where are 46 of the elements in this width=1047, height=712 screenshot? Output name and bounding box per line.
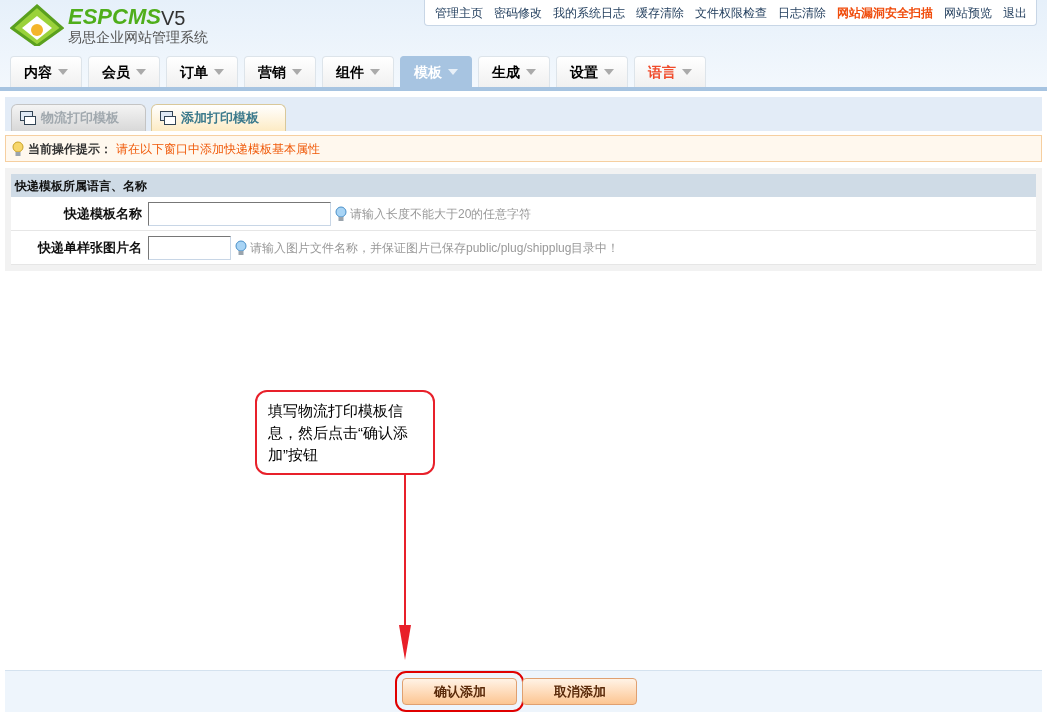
sub-tab[interactable]: 添加打印模板 — [151, 104, 286, 131]
logo-version: V5 — [160, 8, 186, 28]
caret-icon — [604, 69, 614, 75]
top-link[interactable]: 管理主页 — [429, 3, 488, 22]
field-hint: 请输入图片文件名称，并保证图片已保存public/plug/shipplug目录中！ — [250, 239, 620, 257]
nav-tab[interactable]: 会员 — [88, 56, 160, 87]
form-title: 快递模板所属语言、名称 — [11, 174, 1036, 197]
field-hint: 请输入长度不能大于20的任意字符 — [350, 205, 532, 223]
nav-tab[interactable]: 组件 — [322, 56, 394, 87]
nav-tab[interactable]: 订单 — [166, 56, 238, 87]
tip-label: 当前操作提示： — [28, 140, 112, 158]
caret-icon — [448, 69, 458, 75]
text-field[interactable] — [148, 201, 331, 226]
top-link[interactable]: 日志清除 — [772, 3, 831, 22]
top-link[interactable]: 网站漏洞安全扫描 — [831, 3, 938, 22]
nav-tab[interactable]: 设置 — [556, 56, 628, 87]
lightbulb-icon — [12, 140, 24, 157]
top-link[interactable]: 缓存清除 — [630, 3, 689, 22]
lightbulb-icon — [335, 205, 347, 222]
top-link[interactable]: 网站预览 — [938, 3, 997, 22]
top-link[interactable]: 文件权限检查 — [689, 3, 772, 22]
action-button[interactable]: 取消添加 — [522, 678, 637, 705]
nav-tab[interactable]: 生成 — [478, 56, 550, 87]
logo-icon — [10, 4, 64, 46]
field-label: 快递单样张图片名 — [36, 238, 143, 257]
nav-tab[interactable]: 内容 — [10, 56, 82, 87]
logo-brand: ESPCMS — [68, 6, 161, 28]
tip-text: 请在以下窗口中添加快递模板基本属性 — [116, 140, 320, 158]
caret-icon — [292, 69, 302, 75]
top-link[interactable]: 密码修改 — [488, 3, 547, 22]
text-field[interactable] — [148, 235, 231, 260]
lightbulb-icon — [235, 239, 247, 256]
window-icon — [160, 111, 176, 125]
callout-bubble: 填写物流打印模板信息，然后点击“确认添加”按钮 — [255, 390, 435, 475]
caret-icon — [682, 69, 692, 75]
field-label: 快递模板名称 — [62, 204, 143, 223]
top-link[interactable]: 退出 — [997, 3, 1032, 22]
top-link[interactable]: 我的系统日志 — [547, 3, 630, 22]
window-icon — [20, 111, 36, 125]
caret-icon — [526, 69, 536, 75]
logo-subtitle: 易思企业网站管理系统 — [68, 30, 208, 44]
caret-icon — [136, 69, 146, 75]
nav-tab[interactable]: 营销 — [244, 56, 316, 87]
caret-icon — [370, 69, 380, 75]
caret-icon — [58, 69, 68, 75]
caret-icon — [214, 69, 224, 75]
